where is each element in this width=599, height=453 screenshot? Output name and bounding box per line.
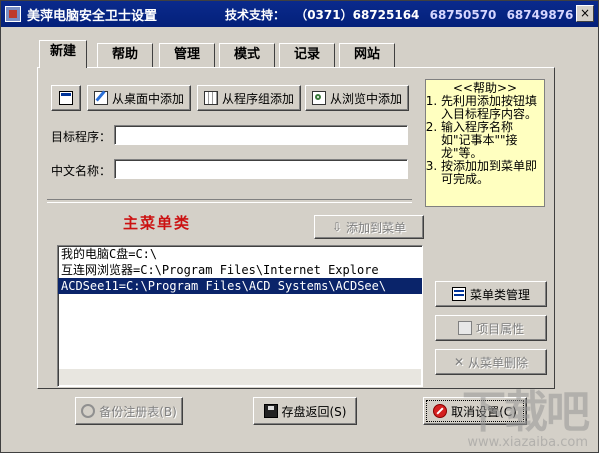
backup-registry-button[interactable]: 备份注册表(B) — [75, 397, 183, 425]
menu-item-list[interactable]: 我的电脑C盘=C:\ 互连网浏览器=C:\Program Files\Inter… — [57, 245, 423, 387]
save-return-button[interactable]: 存盘返回(S) — [253, 397, 357, 425]
help-step: 先利用添加按钮填入目标程序内容。 — [441, 95, 541, 121]
horizontal-scrollbar[interactable] — [59, 369, 421, 385]
item-properties-label: 项目属性 — [475, 321, 524, 336]
close-button[interactable]: × — [576, 5, 594, 22]
title-bar: 美萍电脑安全卫士设置 技术支持： （0371）68725164 68750570… — [1, 1, 598, 27]
chinese-name-field[interactable] — [114, 159, 408, 179]
backup-registry-label: 备份注册表(B) — [99, 404, 177, 419]
delete-icon: ✕ — [453, 355, 465, 369]
list-item-selected[interactable]: ACDSee11=C:\Program Files\ACD Systems\AC… — [58, 278, 422, 294]
category-manage-button[interactable]: 菜单类管理 — [435, 281, 547, 307]
tab-mode[interactable]: 模式 — [219, 43, 275, 67]
category-manage-label: 菜单类管理 — [469, 287, 530, 302]
add-from-desktop-button[interactable]: 从桌面中添加 — [87, 85, 191, 111]
tab-manage[interactable]: 管理 — [159, 43, 215, 67]
gear-icon — [81, 404, 96, 418]
watermark: 下载吧 www.xiazaiba.com — [462, 387, 590, 451]
add-from-program-group-button[interactable]: 从程序组添加 — [197, 85, 301, 111]
item-properties-button[interactable]: 项目属性 — [435, 315, 547, 341]
tab-records[interactable]: 记录 — [279, 43, 335, 67]
target-program-field[interactable] — [114, 125, 408, 145]
chinese-name-label: 中文名称： — [51, 164, 112, 178]
tab-website[interactable]: 网站 — [339, 43, 395, 67]
phone-2: 68750570 — [429, 8, 497, 22]
add-from-browse-button[interactable]: 从浏览中添加 — [305, 85, 409, 111]
settings-window: 美萍电脑安全卫士设置 技术支持： （0371）68725164 68750570… — [0, 0, 599, 453]
tab-new[interactable]: 新建 — [39, 40, 87, 68]
delete-from-menu-button[interactable]: ✕ 从菜单删除 — [435, 349, 547, 375]
divider — [47, 199, 412, 203]
cancel-icon — [433, 404, 448, 418]
help-step: 输入程序名称如"记事本""接龙"等。 — [441, 121, 541, 160]
target-program-label: 目标程序： — [51, 130, 112, 144]
delete-from-menu-label: 从菜单删除 — [468, 355, 529, 370]
tech-support: 技术支持： （0371）68725164 68750570 68749876 — [219, 6, 573, 23]
tech-support-label: 技术支持： — [225, 8, 286, 22]
add-to-menu-button[interactable]: ⇩ 添加到菜单 — [314, 215, 424, 239]
browse-icon — [311, 91, 326, 105]
menu-icon — [451, 287, 466, 301]
add-to-menu-label: 添加到菜单 — [346, 220, 407, 235]
window-view-button[interactable] — [51, 85, 81, 111]
phone-3: 68749876 — [506, 8, 574, 22]
tab-help[interactable]: 帮助 — [97, 43, 153, 67]
app-icon — [5, 6, 21, 22]
program-group-icon — [203, 91, 218, 105]
properties-icon — [457, 321, 472, 335]
list-item[interactable]: 互连网浏览器=C:\Program Files\Internet Explore — [58, 262, 422, 278]
main-menu-title: 主菜单类 — [123, 214, 192, 232]
help-steps: 先利用添加按钮填入目标程序内容。 输入程序名称如"记事本""接龙"等。 按添加加… — [429, 95, 541, 186]
floppy-icon — [263, 404, 278, 418]
help-step: 按添加加到菜单即可完成。 — [441, 160, 541, 186]
phone-1: （0371）68725164 — [295, 8, 420, 22]
add-from-browse-label: 从浏览中添加 — [329, 91, 402, 106]
help-box: <<帮助>> 先利用添加按钮填入目标程序内容。 输入程序名称如"记事本""接龙"… — [425, 79, 545, 207]
save-return-label: 存盘返回(S) — [281, 404, 347, 419]
window-title: 美萍电脑安全卫士设置 — [27, 9, 158, 24]
add-from-program-group-label: 从程序组添加 — [221, 91, 294, 106]
window-icon — [59, 91, 73, 105]
watermark-url: www.xiazaiba.com — [467, 435, 588, 450]
list-item[interactable]: 我的电脑C盘=C:\ — [58, 246, 422, 262]
edit-icon — [93, 91, 108, 105]
watermark-logo: 下载吧 — [462, 387, 590, 438]
add-from-desktop-label: 从桌面中添加 — [111, 91, 184, 106]
down-arrow-icon: ⇩ — [331, 220, 343, 234]
